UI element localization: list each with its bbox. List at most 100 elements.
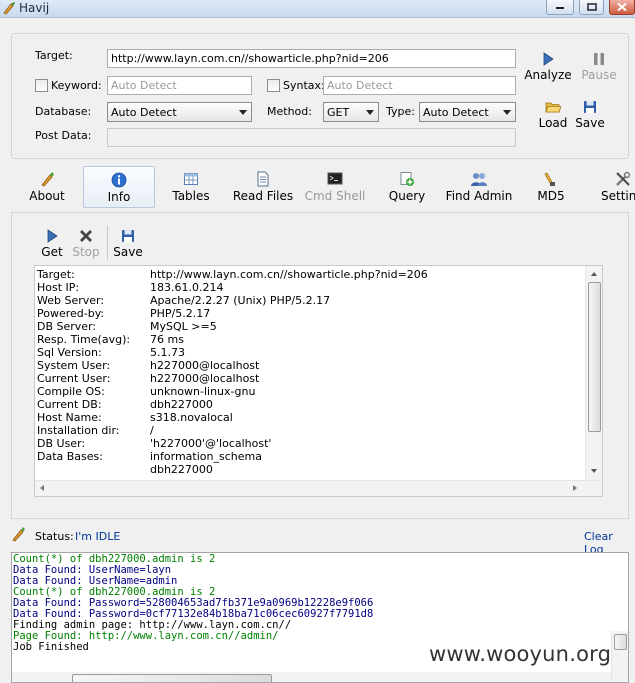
tools-icon bbox=[616, 171, 631, 186]
cmd-shell-label: Cmd Shell bbox=[304, 189, 366, 203]
load-button[interactable]: Load bbox=[534, 100, 572, 130]
keyword-checkbox[interactable] bbox=[35, 79, 48, 92]
info-key: DB User: bbox=[37, 437, 86, 450]
tab-cmd-shell[interactable]: Cmd Shell bbox=[303, 166, 367, 208]
postdata-label: Post Data: bbox=[35, 129, 92, 142]
tab-tables[interactable]: Tables bbox=[168, 166, 214, 208]
main-toolbar: About Info Tables Read Files Cmd Shell Q… bbox=[0, 166, 635, 210]
minimize-icon bbox=[556, 7, 564, 9]
info-key: Data Bases: bbox=[37, 450, 103, 463]
info-value: 5.1.73 bbox=[150, 346, 185, 359]
analyze-button[interactable]: Analyze bbox=[524, 52, 572, 82]
about-label: About bbox=[29, 189, 65, 203]
info-key: Host Name: bbox=[37, 411, 102, 424]
minimize-button[interactable] bbox=[546, 0, 574, 15]
get-button[interactable]: Get bbox=[41, 229, 63, 259]
method-select-value: GET bbox=[327, 106, 350, 119]
info-save-button[interactable]: Save bbox=[113, 229, 143, 259]
floppy-disk-icon bbox=[584, 101, 596, 113]
info-value: s318.novalocal bbox=[150, 411, 233, 424]
watermark-text: www.wooyun.org bbox=[429, 642, 612, 666]
info-value: Apache/2.2.27 (Unix) PHP/5.2.17 bbox=[150, 294, 331, 307]
info-listbox[interactable]: Target: http://www.layn.com.cn//showartic… bbox=[34, 265, 603, 497]
tab-about[interactable]: About bbox=[26, 166, 68, 208]
log-horizontal-scrollbar[interactable] bbox=[12, 672, 611, 682]
info-value: MySQL >=5 bbox=[150, 320, 217, 333]
play-icon bbox=[543, 52, 554, 66]
log-vertical-scrollbar[interactable] bbox=[611, 631, 628, 682]
save-button[interactable]: Save bbox=[573, 100, 607, 130]
info-key: Resp. Time(avg): bbox=[37, 333, 131, 346]
info-value: 76 ms bbox=[150, 333, 184, 346]
log-hscroll-thumb[interactable] bbox=[72, 674, 272, 682]
query-label: Query bbox=[388, 189, 426, 203]
tab-query[interactable]: Query bbox=[386, 166, 428, 208]
type-select[interactable]: Auto Detect bbox=[419, 102, 516, 122]
stop-button[interactable]: Stop bbox=[71, 229, 101, 259]
info-value: information_schema bbox=[150, 450, 262, 463]
window-title: Havij bbox=[19, 1, 50, 15]
scroll-down-arrow-icon[interactable] bbox=[591, 469, 597, 473]
info-save-label: Save bbox=[113, 245, 143, 259]
database-select[interactable]: Auto Detect bbox=[107, 102, 252, 122]
info-vertical-scrollbar[interactable] bbox=[585, 266, 602, 480]
tab-settings[interactable]: Setting bbox=[597, 166, 635, 208]
info-icon bbox=[111, 172, 127, 188]
type-label: Type: bbox=[386, 105, 415, 118]
target-input[interactable]: http://www.layn.com.cn//showarticle.php?… bbox=[107, 49, 516, 68]
scroll-up-arrow-icon[interactable] bbox=[591, 272, 597, 276]
info-key: Installation dir: bbox=[37, 424, 120, 437]
play-icon bbox=[47, 229, 58, 243]
info-value: h227000@localhost bbox=[150, 359, 260, 372]
about-icon bbox=[41, 172, 54, 187]
document-icon bbox=[257, 171, 269, 187]
save-label: Save bbox=[575, 116, 605, 130]
postdata-input[interactable] bbox=[107, 128, 516, 147]
info-value: / bbox=[150, 424, 154, 437]
dropdown-arrow-icon bbox=[239, 110, 247, 115]
info-value: h227000@localhost bbox=[150, 372, 260, 385]
info-value: 183.61.0.214 bbox=[150, 281, 224, 294]
info-key: Web Server: bbox=[37, 294, 105, 307]
syntax-checkbox[interactable] bbox=[267, 79, 280, 92]
info-key: Target: bbox=[37, 268, 75, 281]
info-value: dbh227000 bbox=[150, 398, 213, 411]
load-label: Load bbox=[538, 116, 568, 130]
tab-read-files[interactable]: Read Files bbox=[230, 166, 296, 208]
users-icon bbox=[471, 173, 487, 186]
keyword-input[interactable]: Auto Detect bbox=[107, 76, 252, 95]
method-select[interactable]: GET bbox=[323, 102, 379, 122]
stop-x-icon bbox=[80, 230, 92, 242]
query-icon bbox=[400, 172, 414, 186]
status-value: I'm IDLE bbox=[75, 530, 121, 543]
tab-find-admin[interactable]: Find Admin bbox=[443, 166, 515, 208]
pause-button[interactable]: Pause bbox=[578, 52, 620, 82]
read-files-label: Read Files bbox=[232, 189, 294, 203]
info-horizontal-scrollbar[interactable] bbox=[35, 480, 602, 496]
settings-label: Setting bbox=[601, 189, 635, 203]
table-icon bbox=[184, 173, 198, 185]
toolbar-separator bbox=[107, 226, 108, 260]
find-admin-label: Find Admin bbox=[445, 189, 513, 203]
scroll-right-arrow-icon[interactable] bbox=[573, 485, 577, 491]
maximize-button[interactable] bbox=[579, 0, 604, 15]
tab-info[interactable]: Info bbox=[83, 166, 155, 208]
info-key: Powered-by: bbox=[37, 307, 105, 320]
info-key: System User: bbox=[37, 359, 111, 372]
md5-icon bbox=[544, 172, 555, 186]
database-label: Database: bbox=[35, 105, 92, 118]
scroll-thumb[interactable] bbox=[588, 282, 601, 432]
target-label: Target: bbox=[35, 49, 73, 62]
terminal-icon bbox=[327, 172, 343, 185]
scroll-left-arrow-icon[interactable] bbox=[40, 485, 44, 491]
close-button[interactable] bbox=[609, 0, 635, 15]
title-bar: Havij bbox=[0, 0, 635, 18]
log-line: Job Finished bbox=[13, 641, 89, 653]
info-key: Current DB: bbox=[37, 398, 102, 411]
tab-md5[interactable]: MD5 bbox=[532, 166, 570, 208]
stop-label: Stop bbox=[72, 245, 100, 259]
log-scroll-thumb[interactable] bbox=[614, 634, 627, 650]
keyword-label: Keyword: bbox=[51, 79, 102, 92]
syntax-input[interactable]: Auto Detect bbox=[323, 76, 516, 95]
analyze-label: Analyze bbox=[524, 68, 572, 82]
